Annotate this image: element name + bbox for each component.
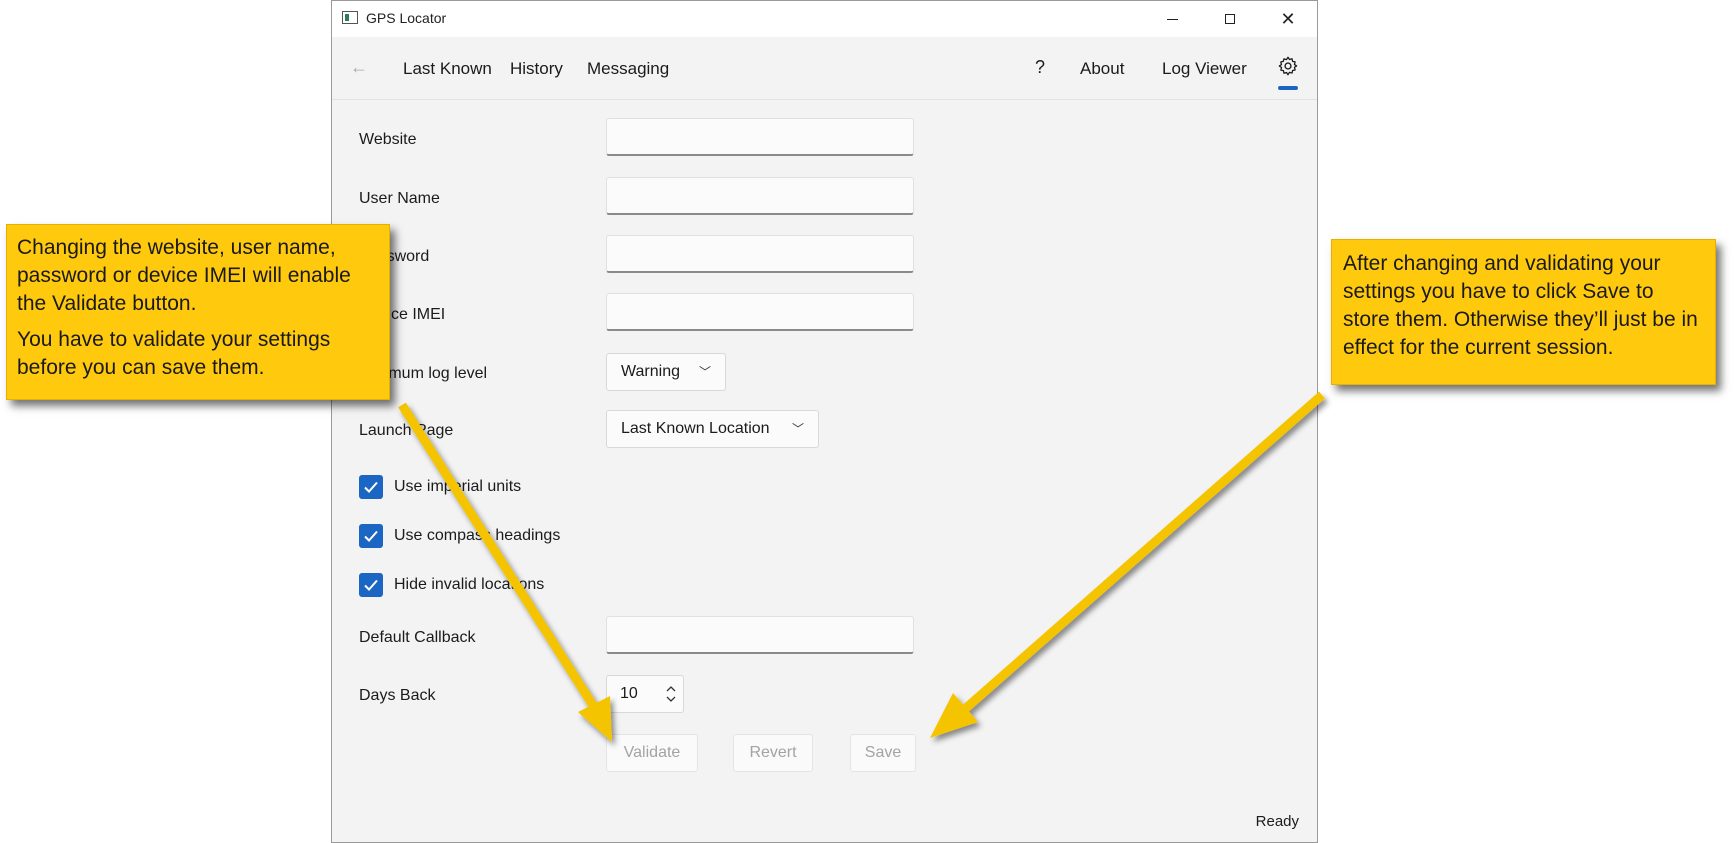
maximize-icon xyxy=(1225,14,1235,24)
imperial-units-label: Use imperial units xyxy=(394,478,522,495)
hide-invalid-label: Hide invalid locations xyxy=(394,576,545,593)
chevron-down-icon: ﹀ xyxy=(698,365,711,379)
nav-item-history[interactable]: History xyxy=(510,59,563,79)
settings-gear-icon[interactable] xyxy=(1277,55,1299,77)
selected-indicator xyxy=(1278,86,1298,90)
checkmark-icon xyxy=(364,579,378,591)
hide-invalid-checkbox[interactable] xyxy=(359,573,383,597)
days-back-stepper[interactable]: 10 xyxy=(606,675,684,713)
callout-save-text: After changing and validating your setti… xyxy=(1343,252,1698,359)
log-level-value: Warning xyxy=(621,363,680,380)
validate-button[interactable]: Validate xyxy=(606,734,698,772)
callout-save-info: After changing and validating your setti… xyxy=(1331,239,1716,385)
log-level-select[interactable]: Warning ﹀ xyxy=(606,353,726,391)
launch-page-select[interactable]: Last Known Location ﹀ xyxy=(606,410,819,448)
nav-item-messaging[interactable]: Messaging xyxy=(587,59,669,79)
app-icon xyxy=(342,11,358,24)
save-button[interactable]: Save xyxy=(850,734,916,772)
checkmark-icon xyxy=(364,481,378,493)
nav-item-log-viewer[interactable]: Log Viewer xyxy=(1162,59,1247,79)
username-label: User Name xyxy=(359,190,440,207)
close-icon: ✕ xyxy=(1280,9,1296,29)
password-input[interactable] xyxy=(606,235,914,273)
default-callback-input[interactable] xyxy=(606,616,914,654)
callout-validate-text-1: Changing the website, user name, passwor… xyxy=(17,236,351,315)
days-back-value: 10 xyxy=(620,685,638,702)
days-back-label: Days Back xyxy=(359,687,436,704)
app-window: GPS Locator ✕ ← Last Known History Messa… xyxy=(331,0,1318,843)
chevron-down-icon: ﹀ xyxy=(791,422,804,436)
back-arrow-icon[interactable]: ← xyxy=(350,57,368,78)
launch-page-label: Launch Page xyxy=(359,422,454,439)
minimize-button[interactable] xyxy=(1143,1,1201,37)
website-label: Website xyxy=(359,131,417,148)
help-icon[interactable]: ? xyxy=(1035,57,1045,78)
close-button[interactable]: ✕ xyxy=(1259,1,1317,37)
navigation-bar: ← Last Known History Messaging ? About L… xyxy=(332,37,1317,100)
checkmark-icon xyxy=(364,530,378,542)
default-callback-label: Default Callback xyxy=(359,629,476,646)
maximize-button[interactable] xyxy=(1201,1,1259,37)
nav-item-last-known[interactable]: Last Known xyxy=(403,59,492,79)
imperial-units-checkbox[interactable] xyxy=(359,475,383,499)
callout-validate-text-2: You have to validate your settings befor… xyxy=(17,328,331,379)
minimize-icon xyxy=(1166,18,1178,20)
revert-button[interactable]: Revert xyxy=(733,734,813,772)
imei-input[interactable] xyxy=(606,293,914,331)
title-bar: GPS Locator ✕ xyxy=(332,1,1317,37)
nav-item-about[interactable]: About xyxy=(1080,59,1124,79)
website-input[interactable] xyxy=(606,118,914,156)
window-title: GPS Locator xyxy=(366,10,447,26)
callout-validate-info: Changing the website, user name, passwor… xyxy=(6,224,390,400)
spin-updown-icon[interactable] xyxy=(665,684,677,704)
username-input[interactable] xyxy=(606,177,914,215)
launch-page-value: Last Known Location xyxy=(621,420,770,437)
compass-headings-label: Use compass headings xyxy=(394,527,561,544)
status-text: Ready xyxy=(1255,813,1299,830)
compass-headings-checkbox[interactable] xyxy=(359,524,383,548)
